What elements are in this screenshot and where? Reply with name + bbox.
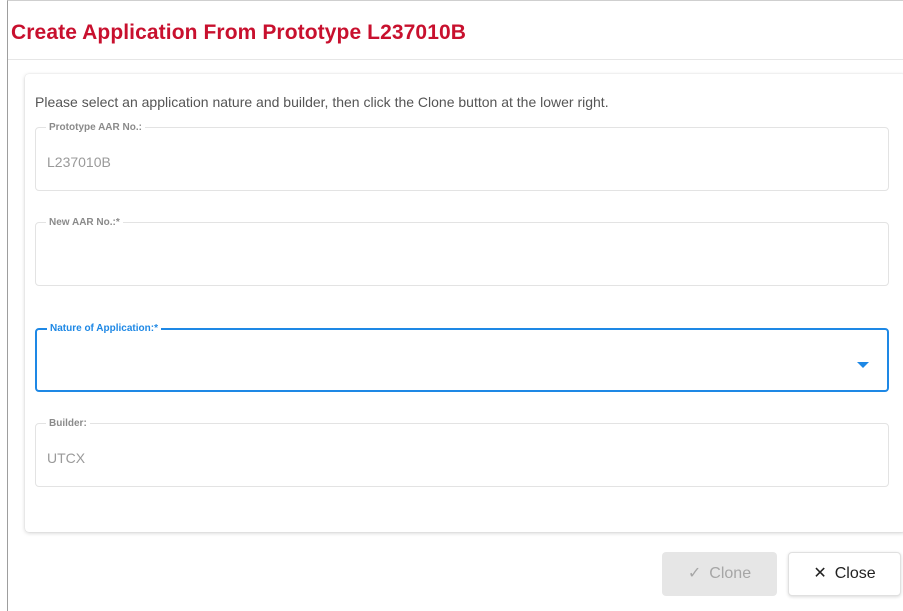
nature-of-application-label: Nature of Application:* (50, 323, 158, 334)
dialog-title: Create Application From Prototype L23701… (11, 21, 467, 44)
prototype-aar-label: Prototype AAR No.: (49, 122, 142, 133)
chevron-down-icon[interactable] (857, 362, 869, 368)
nature-of-application-select[interactable]: Nature of Application:* (35, 323, 889, 392)
form-card: Please select an application nature and … (25, 74, 903, 532)
prototype-aar-value: L237010B (47, 154, 111, 170)
builder-field: Builder: UTCX (35, 418, 889, 487)
new-aar-input[interactable] (47, 244, 867, 270)
title-divider (8, 59, 903, 60)
check-icon: ✓ (687, 565, 702, 582)
close-button[interactable]: ✕ Close (788, 552, 901, 596)
close-icon: ✕ (813, 565, 827, 582)
prototype-aar-field: Prototype AAR No.: L237010B (35, 122, 889, 191)
new-aar-field[interactable]: New AAR No.:* (35, 217, 889, 286)
instructions-text: Please select an application nature and … (35, 94, 609, 110)
create-application-dialog: Create Application From Prototype L23701… (7, 0, 903, 611)
clone-button-label: Clone (709, 565, 752, 582)
clone-button[interactable]: ✓ Clone (662, 552, 777, 596)
builder-value: UTCX (47, 450, 86, 466)
new-aar-label: New AAR No.:* (49, 217, 120, 228)
close-button-label: Close (834, 565, 876, 582)
builder-label: Builder: (49, 418, 87, 429)
